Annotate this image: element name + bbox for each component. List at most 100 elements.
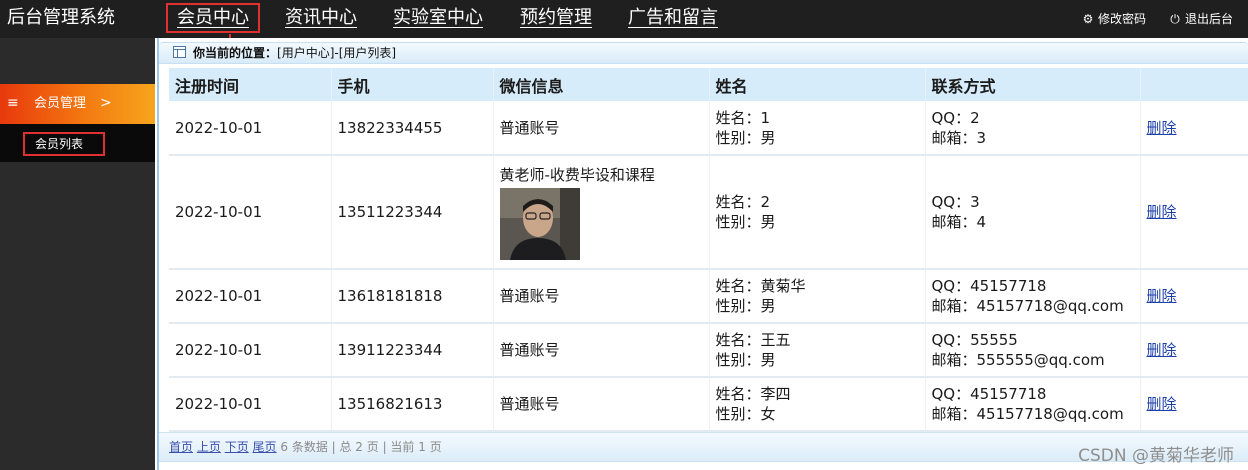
wechat-nickname: 黄老师-收费毕设和课程 <box>499 165 655 184</box>
cell-action: 删除 <box>1139 323 1248 378</box>
cell-phone: 13618181818 <box>330 269 493 324</box>
cell-contact: QQ：45157718 邮箱：45157718@qq.com <box>924 269 1140 324</box>
logout-link[interactable]: ⏻ 退出后台 <box>1169 10 1233 28</box>
name-line: 姓名：2 <box>715 193 771 211</box>
pagination-summary: 6 条数据 | 总 2 页 | 当前 1 页 <box>280 440 442 454</box>
change-password-link[interactable]: ⚙ 修改密码 <box>1082 10 1146 28</box>
col-header-action <box>1139 68 1248 101</box>
gear-icon: ⚙ <box>1082 12 1094 26</box>
table-row: 2022-10-01 13516821613 普通账号 姓名：李四性别：女 QQ… <box>169 377 1248 432</box>
member-table: 注册时间 手机 微信信息 姓名 联系方式 2022-10-01 13822334… <box>169 68 1248 432</box>
cell-name: 姓名：1 性别：男 <box>708 101 925 156</box>
breadcrumb-text: 你当前的位置：[用户中心]-[用户列表] <box>193 43 396 63</box>
table-header-row: 注册时间 手机 微信信息 姓名 联系方式 <box>169 68 1248 101</box>
cell-name: 姓名：李四性别：女 <box>708 377 925 432</box>
nav-news-center[interactable]: 资讯中心 <box>285 3 357 33</box>
nav-member-center[interactable]: 会员中心 <box>166 3 260 33</box>
breadcrumb-path: [用户中心]-[用户列表] <box>277 46 397 60</box>
delete-link[interactable]: 删除 <box>1147 341 1177 359</box>
cell-wechat: 普通账号 <box>492 269 709 324</box>
col-header-phone: 手机 <box>330 68 493 101</box>
col-header-register-time: 注册时间 <box>169 68 331 101</box>
cell-register-time: 2022-10-01 <box>169 269 331 324</box>
cell-name: 姓名：王五性别：男 <box>708 323 925 378</box>
cell-phone: 13911223344 <box>330 323 493 378</box>
next-page-link[interactable]: 下页 <box>225 440 249 454</box>
email-line: 邮箱：3 <box>931 128 987 147</box>
delete-link[interactable]: 删除 <box>1147 119 1177 137</box>
cell-wechat: 普通账号 <box>492 323 709 378</box>
email-line: 邮箱：4 <box>931 213 987 231</box>
cell-action: 删除 <box>1139 269 1248 324</box>
hamburger-icon: ≡ <box>7 95 19 111</box>
breadcrumb-prefix: 你当前的位置： <box>193 46 278 60</box>
avatar <box>499 187 580 260</box>
cell-contact: QQ：55555 邮箱：555555@qq.com <box>924 323 1140 378</box>
cell-register-time: 2022-10-01 <box>169 155 331 270</box>
cell-contact: QQ：45157718 邮箱：45157718@qq.com <box>924 377 1140 432</box>
cell-register-time: 2022-10-01 <box>169 101 331 156</box>
delete-link[interactable]: 删除 <box>1147 395 1177 413</box>
table-icon <box>173 46 186 58</box>
cell-action: 删除 <box>1139 155 1248 270</box>
qq-line: QQ：45157718 <box>931 277 1047 295</box>
change-password-label: 修改密码 <box>1098 12 1147 26</box>
qq-line: QQ：45157718 <box>931 385 1047 403</box>
sidebar-group-label: 会员管理 <box>34 96 87 111</box>
table-row: 2022-10-01 13911223344 普通账号 姓名：王五性别：男 QQ… <box>169 323 1248 378</box>
gender-line: 性别：男 <box>715 351 776 369</box>
nav-booking-management[interactable]: 预约管理 <box>520 3 592 33</box>
sidebar-submenu: 会员列表 <box>0 124 155 162</box>
main-content: 你当前的位置：[用户中心]-[用户列表] 注册时间 手机 微信信息 姓名 联系方… <box>157 38 1248 470</box>
cell-wechat: 黄老师-收费毕设和课程 <box>492 155 709 270</box>
cell-wechat: 普通账号 <box>492 377 709 432</box>
delete-link[interactable]: 删除 <box>1147 203 1177 221</box>
cell-register-time: 2022-10-01 <box>169 377 331 432</box>
name-line: 姓名：黄菊华 <box>715 277 806 295</box>
qq-line: QQ：2 <box>931 108 980 127</box>
power-icon: ⏻ <box>1170 12 1180 26</box>
table-row: 2022-10-01 13618181818 普通账号 姓名：黄菊华 性别：男 Q… <box>169 269 1248 324</box>
cell-phone: 13822334455 <box>330 101 493 156</box>
cell-phone: 13511223344 <box>330 155 493 270</box>
top-toolbar: ⚙ 修改密码 ⏻ 退出后台 <box>1082 10 1242 28</box>
table-row: 2022-10-01 13822334455 普通账号 姓名：1 性别：男 QQ：… <box>169 101 1248 156</box>
nav-ads-messages[interactable]: 广告和留言 <box>628 3 718 33</box>
cell-action: 删除 <box>1139 101 1248 156</box>
name-line: 姓名：王五 <box>715 331 791 349</box>
gender-line: 性别：女 <box>715 405 776 423</box>
prev-page-link[interactable]: 上页 <box>197 440 221 454</box>
name-line: 姓名：李四 <box>715 385 791 403</box>
cell-register-time: 2022-10-01 <box>169 323 331 378</box>
table-row: 2022-10-01 13511223344 黄老师-收费毕设和课程 姓名：2 … <box>169 155 1248 270</box>
top-bar: 后台管理系统 会员中心 资讯中心 实验室中心 预约管理 广告和留言 ⚙ 修改密码 … <box>0 0 1248 38</box>
breadcrumb: 你当前的位置：[用户中心]-[用户列表] <box>159 42 1248 64</box>
gender-line: 性别：男 <box>715 128 776 147</box>
col-header-contact: 联系方式 <box>924 68 1140 101</box>
cell-contact: QQ：3 邮箱：4 <box>924 155 1140 270</box>
email-line: 邮箱：555555@qq.com <box>931 351 1105 369</box>
nav-lab-center[interactable]: 实验室中心 <box>393 3 483 33</box>
sidebar-group-member-management[interactable]: ≡ 会员管理 > <box>0 84 155 124</box>
last-page-link[interactable]: 尾页 <box>253 440 277 454</box>
cell-wechat: 普通账号 <box>492 101 709 156</box>
chevron-right-icon: > <box>100 95 112 111</box>
qq-line: QQ：3 <box>931 193 980 211</box>
watermark: CSDN @黄菊华老师 <box>1078 446 1234 466</box>
first-page-link[interactable]: 首页 <box>169 440 193 454</box>
qq-line: QQ：55555 <box>931 331 1018 349</box>
cell-contact: QQ：2 邮箱：3 <box>924 101 1140 156</box>
email-line: 邮箱：45157718@qq.com <box>931 405 1124 423</box>
cell-name: 姓名：黄菊华 性别：男 <box>708 269 925 324</box>
email-line: 邮箱：45157718@qq.com <box>931 297 1124 315</box>
gender-line: 性别：男 <box>715 213 776 231</box>
logout-label: 退出后台 <box>1185 12 1234 26</box>
app-title: 后台管理系统 <box>7 7 115 28</box>
cell-name: 姓名：2 性别：男 <box>708 155 925 270</box>
delete-link[interactable]: 删除 <box>1147 287 1177 305</box>
cell-phone: 13516821613 <box>330 377 493 432</box>
sidebar-item-member-list[interactable]: 会员列表 <box>23 132 105 156</box>
sidebar: ≡ 会员管理 > 会员列表 <box>0 38 155 470</box>
col-header-wechat: 微信信息 <box>492 68 709 101</box>
name-line: 姓名：1 <box>715 108 771 127</box>
